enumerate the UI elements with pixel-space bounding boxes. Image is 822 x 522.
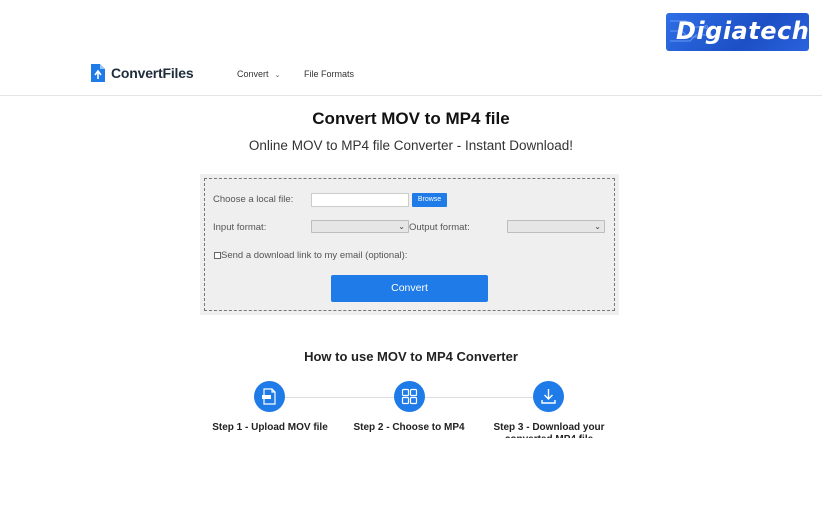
logo-text: ConvertFiles: [111, 65, 194, 81]
input-format-select[interactable]: ⌄: [311, 220, 409, 233]
step-2-label: Step 2 - Choose to MP4: [353, 422, 465, 433]
file-logo-icon: [91, 64, 105, 82]
step-3-label-wrapper: Step 3 - Download your converted MP4 fil…: [474, 422, 624, 438]
page-subtitle: Online MOV to MP4 file Converter - Insta…: [248, 138, 574, 153]
step-1-badge: [254, 381, 285, 412]
file-path-input[interactable]: [311, 193, 409, 207]
howto-title: How to use MOV to MP4 Converter: [304, 349, 518, 364]
file-upload-icon: [262, 388, 276, 405]
converter-drop-area[interactable]: Choose a local file: Browse Input format…: [204, 178, 615, 311]
chevron-down-icon: ⌄: [594, 222, 601, 231]
converter-panel: Choose a local file: Browse Input format…: [200, 174, 619, 315]
choose-file-label: Choose a local file:: [213, 194, 294, 205]
output-format-select[interactable]: ⌄: [507, 220, 605, 233]
step-3-label: Step 3 - Download your converted MP4 fil…: [493, 422, 605, 438]
email-checkbox-label[interactable]: Send a download link to my email (option…: [221, 250, 407, 261]
email-link-checkbox[interactable]: [214, 252, 221, 259]
step-2-badge: [394, 381, 425, 412]
digiatech-watermark: Digiatech: [666, 13, 809, 51]
site-logo[interactable]: ConvertFiles: [91, 64, 194, 82]
site-header: ConvertFiles Convert ⌄ File Formats: [0, 52, 822, 96]
step-1-label: Step 1 - Upload MOV file: [212, 422, 328, 433]
browse-button[interactable]: Browse: [412, 193, 447, 207]
nav-file-formats[interactable]: File Formats: [304, 69, 354, 79]
convert-button[interactable]: Convert: [331, 275, 488, 302]
input-format-label: Input format:: [213, 222, 267, 233]
step-3-badge: [533, 381, 564, 412]
page-title: Convert MOV to MP4 file: [312, 109, 510, 128]
nav-convert-label: Convert: [237, 69, 269, 79]
chevron-down-icon: ⌄: [398, 222, 405, 231]
nav-convert-menu[interactable]: Convert ⌄: [237, 69, 280, 79]
watermark-text: Digiatech: [676, 17, 809, 45]
grid-icon: [401, 388, 418, 405]
chevron-down-icon: ⌄: [274, 72, 281, 79]
output-format-label: Output format:: [409, 222, 470, 233]
download-icon: [541, 389, 556, 404]
